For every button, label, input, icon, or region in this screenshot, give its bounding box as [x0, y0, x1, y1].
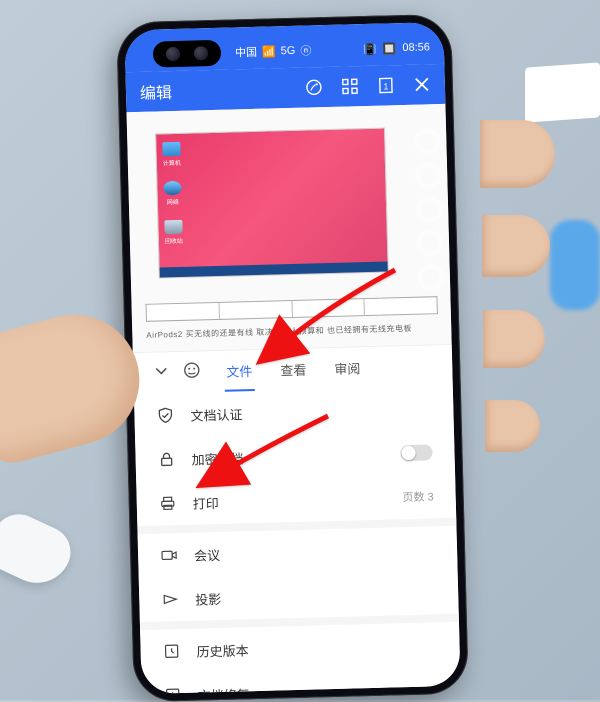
- printer-icon: [159, 494, 177, 512]
- cast-icon: [161, 590, 179, 608]
- camera-cutout: [153, 40, 222, 68]
- close-icon[interactable]: [413, 75, 431, 93]
- nfc-icon: ⓝ: [300, 42, 311, 58]
- file-menu: 文档认证 加密文档 打印 页数 3 会议 投影: [134, 386, 461, 694]
- menu-label: 投影: [195, 588, 222, 608]
- tab-file[interactable]: 文件: [224, 351, 255, 391]
- grid-icon[interactable]: [341, 77, 359, 95]
- carrier-label: 中国: [235, 44, 257, 61]
- menu-label: 会议: [194, 544, 221, 564]
- desktop-bin-icon: 回收站: [162, 220, 185, 246]
- screen: 中国 📶 5G ⓝ 📳 🔲 08:56 编辑 1 计算机 网络: [124, 22, 460, 694]
- chevron-down-icon[interactable]: [153, 362, 170, 383]
- lock-icon: [157, 450, 175, 468]
- tab-view[interactable]: 查看: [278, 350, 309, 390]
- tab-review[interactable]: 审阅: [332, 348, 363, 388]
- menu-label: 打印: [193, 492, 220, 512]
- video-icon: [160, 546, 178, 564]
- table-row: [146, 296, 438, 322]
- svg-text:1: 1: [383, 81, 388, 91]
- document-preview[interactable]: 计算机 网络 回收站 AirPods2 买无线的还是有线 取决于个人预算和 也已…: [127, 104, 452, 352]
- menu-label: 文档修复: [198, 684, 250, 694]
- caption-text: AirPods2 买无线的还是有线 取决于个人预算和 也已经拥有无线充电板: [146, 323, 412, 341]
- shield-icon: [156, 406, 174, 424]
- clock: 08:56: [402, 41, 430, 54]
- menu-label: 历史版本: [196, 640, 248, 660]
- desktop-pc-icon: 计算机: [160, 142, 183, 168]
- network-label: 5G: [281, 45, 296, 57]
- share-icon[interactable]: [305, 78, 323, 96]
- phone-frame: 中国 📶 5G ⓝ 📳 🔲 08:56 编辑 1 计算机 网络: [116, 14, 469, 702]
- history-icon: [162, 642, 180, 660]
- desktop-net-icon: 网络: [161, 181, 184, 207]
- battery-icon: 🔲: [383, 42, 397, 55]
- encrypt-toggle[interactable]: [400, 444, 432, 461]
- page-title: 编辑: [140, 79, 173, 104]
- menu-label: 文档认证: [190, 404, 242, 424]
- page-one-icon[interactable]: 1: [377, 76, 395, 94]
- vibrate-icon: 📳: [363, 42, 377, 55]
- doc-thumbnail: 计算机 网络 回收站: [155, 127, 389, 278]
- signal-icon: 📶: [262, 45, 276, 58]
- emoji-icon[interactable]: [183, 361, 201, 383]
- menu-label: 加密文档: [191, 448, 243, 468]
- decorative-lace: [408, 122, 451, 323]
- page-count: 页数 3: [402, 488, 434, 505]
- repair-icon: [164, 686, 182, 694]
